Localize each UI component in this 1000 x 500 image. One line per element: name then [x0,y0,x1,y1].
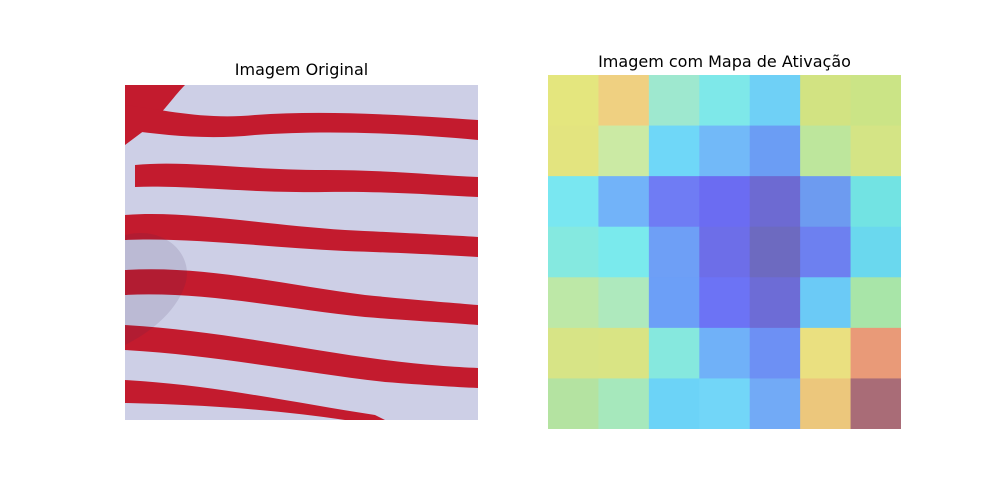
heatmap-cell [850,125,901,177]
heatmap-cell [699,176,751,228]
heatmap-cell [548,176,599,228]
heatmap-cell [598,75,650,127]
heatmap-cell [648,226,700,278]
activation-map-title: Imagem com Mapa de Ativação [598,52,851,71]
heatmap-cell [749,327,801,379]
heatmap-cell [749,75,801,127]
heatmap-cell [598,125,650,177]
heatmap-cell [598,277,650,329]
activation-heatmap [548,75,901,429]
heatmap-cell [548,327,599,379]
heatmap-cell [800,277,852,329]
heatmap-cell [699,327,751,379]
heatmap-cell [648,75,700,127]
heatmap-cell [548,378,599,429]
heatmap-cell [699,277,751,329]
heatmap-cell [800,226,852,278]
heatmap-cell [749,226,801,278]
heatmap-cell [749,176,801,228]
heatmap-cell [648,277,700,329]
activation-heatmap-grid [548,75,901,429]
heatmap-cell [850,75,901,127]
heatmap-cell [850,176,901,228]
heatmap-cell [648,327,700,379]
heatmap-cell [699,125,751,177]
heatmap-cell [598,378,650,429]
heatmap-cell [548,277,599,329]
heatmap-cell [749,378,801,429]
heatmap-cell [850,378,901,429]
heatmap-cell [598,327,650,379]
heatmap-cell [648,125,700,177]
heatmap-cell [699,226,751,278]
heatmap-cell [598,176,650,228]
heatmap-cell [648,378,700,429]
heatmap-cell [648,176,700,228]
heatmap-cell [850,327,901,379]
heatmap-cell [749,277,801,329]
heatmap-cell [699,378,751,429]
heatmap-cell [548,226,599,278]
heatmap-cell [548,75,599,127]
heatmap-cell [800,327,852,379]
heatmap-cell [850,277,901,329]
original-image [125,85,478,420]
heatmap-cell [598,226,650,278]
heatmap-cell [850,226,901,278]
original-image-title: Imagem Original [234,60,369,79]
heatmap-cell [699,75,751,127]
heatmap-cell [800,75,852,127]
heatmap-cell [548,125,599,177]
heatmap-cell [800,378,852,429]
heatmap-cell [800,125,852,177]
heatmap-cell [749,125,801,177]
striped-fabric-photo [125,85,478,420]
heatmap-cell [800,176,852,228]
